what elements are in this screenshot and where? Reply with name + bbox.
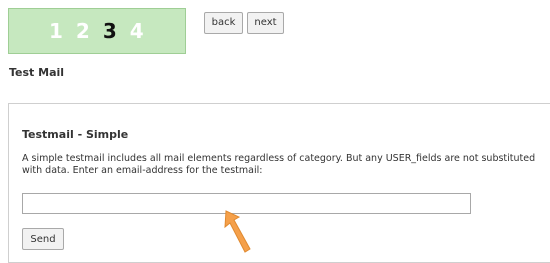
step-1[interactable]: 1 — [49, 21, 63, 41]
step-2[interactable]: 2 — [76, 21, 90, 41]
wizard-header: 1 2 3 4 back next — [0, 0, 550, 62]
page-title: Test Mail — [9, 66, 65, 79]
arrow-pointer-icon — [224, 210, 251, 253]
testmail-panel: Testmail - Simple A simple testmail incl… — [8, 103, 550, 263]
send-button[interactable]: Send — [22, 228, 64, 250]
step-indicator: 1 2 3 4 — [8, 8, 186, 54]
next-button[interactable]: next — [247, 12, 284, 34]
testmail-heading: Testmail - Simple — [22, 128, 129, 141]
testmail-description: A simple testmail includes all mail elem… — [22, 153, 536, 176]
step-4[interactable]: 4 — [130, 21, 144, 41]
back-button[interactable]: back — [204, 12, 243, 34]
step-3-active: 3 — [102, 19, 117, 43]
